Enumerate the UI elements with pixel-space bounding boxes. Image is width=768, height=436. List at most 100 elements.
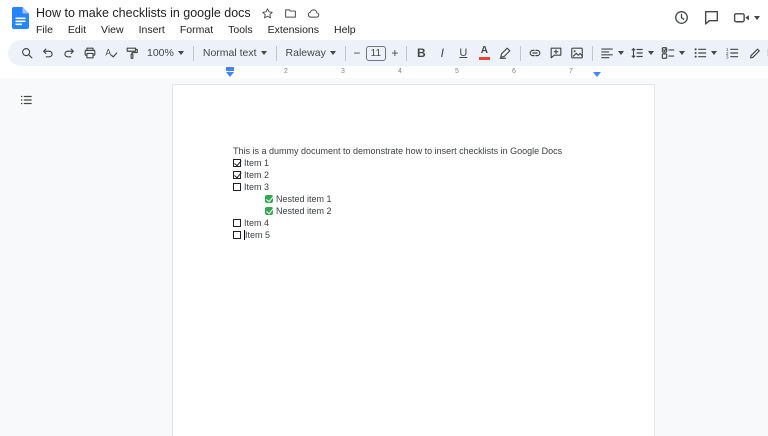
chevron-down-icon xyxy=(711,51,717,55)
menu-file[interactable]: File xyxy=(33,23,56,37)
checkbox-unchecked-icon[interactable] xyxy=(233,231,241,239)
checkbox-checked-green-icon[interactable] xyxy=(265,207,273,215)
star-icon[interactable] xyxy=(261,7,274,20)
comments-icon[interactable] xyxy=(703,9,720,26)
checklist-item-label[interactable]: Item 5 xyxy=(245,229,270,241)
redo-button[interactable] xyxy=(58,42,79,64)
checklist-item-nested[interactable]: Nested item 2 xyxy=(265,205,594,217)
checklist-item-nested[interactable]: Nested item 1 xyxy=(265,193,594,205)
svg-text:3: 3 xyxy=(726,54,729,60)
document-outline-icon xyxy=(19,93,33,107)
zoom-value: 100% xyxy=(147,47,174,59)
ruler-number: 5 xyxy=(455,68,459,75)
chevron-down-icon xyxy=(648,51,654,55)
title-row: How to make checklists in google docs xyxy=(36,6,320,20)
font-dropdown[interactable]: Raleway xyxy=(281,42,341,64)
checkbox-checked-green-icon[interactable] xyxy=(265,195,273,203)
insert-image-button[interactable] xyxy=(567,42,588,64)
menu-format[interactable]: Format xyxy=(177,23,216,37)
decrease-font-size-button[interactable]: − xyxy=(350,42,364,64)
search-button[interactable] xyxy=(16,42,37,64)
menu-extensions[interactable]: Extensions xyxy=(265,23,322,37)
checklist-dropdown[interactable] xyxy=(657,42,689,64)
left-indent-marker[interactable] xyxy=(226,72,234,77)
checklist-item-label[interactable]: Item 4 xyxy=(244,217,269,229)
font-value: Raleway xyxy=(286,47,326,59)
checklist-item-label[interactable]: Item 2 xyxy=(244,169,269,181)
checkbox-checked-icon[interactable] xyxy=(233,159,241,167)
checklist-item-label[interactable]: Nested item 1 xyxy=(276,193,332,205)
chevron-down-icon xyxy=(679,51,685,55)
checklist-item-label[interactable]: Item 3 xyxy=(244,181,269,193)
menu-view[interactable]: View xyxy=(98,23,127,37)
first-line-indent-marker[interactable] xyxy=(226,67,234,71)
meet-button[interactable] xyxy=(733,9,760,26)
chevron-down-icon xyxy=(178,51,184,55)
highlight-color-button[interactable] xyxy=(495,42,516,64)
checklist-item-label[interactable]: Nested item 2 xyxy=(276,205,332,217)
menu-tools[interactable]: Tools xyxy=(225,23,256,37)
editing-mode-button[interactable]: Editing xyxy=(742,42,768,64)
svg-text:A: A xyxy=(105,48,111,58)
toolbar-separator xyxy=(345,46,346,61)
underline-button[interactable]: U xyxy=(453,42,474,64)
menu-edit[interactable]: Edit xyxy=(65,23,89,37)
cloud-status-icon[interactable] xyxy=(307,7,320,20)
checkbox-unchecked-icon[interactable] xyxy=(233,219,241,227)
ruler-number: 7 xyxy=(569,68,573,75)
show-outline-button[interactable] xyxy=(14,88,38,112)
intro-paragraph[interactable]: This is a dummy document to demonstrate … xyxy=(233,145,594,157)
google-docs-window: How to make checklists in google docs Fi… xyxy=(0,0,768,436)
ruler: 1 2 3 4 5 6 7 xyxy=(0,66,768,78)
checklist-item[interactable]: Item 4 xyxy=(233,217,594,229)
menu-bar: File Edit View Insert Format Tools Exten… xyxy=(33,23,359,37)
ruler-number: 6 xyxy=(512,68,516,75)
right-indent-marker[interactable] xyxy=(593,72,601,77)
ruler-number: 2 xyxy=(284,68,288,75)
line-spacing-dropdown[interactable] xyxy=(627,42,657,64)
document-canvas: This is a dummy document to demonstrate … xyxy=(0,78,768,436)
undo-button[interactable] xyxy=(37,42,58,64)
toolbar-separator xyxy=(592,46,593,61)
checklist-item[interactable]: Item 1 xyxy=(233,157,594,169)
ruler-number: 3 xyxy=(341,68,345,75)
move-folder-icon[interactable] xyxy=(284,7,297,20)
top-right-actions xyxy=(673,9,760,26)
document-page[interactable]: This is a dummy document to demonstrate … xyxy=(172,84,655,436)
italic-button[interactable]: I xyxy=(432,42,453,64)
paragraph-style-value: Normal text xyxy=(203,47,257,59)
bulleted-list-dropdown[interactable] xyxy=(689,42,721,64)
checklist-item-label[interactable]: Item 1 xyxy=(244,157,269,169)
increase-font-size-button[interactable]: + xyxy=(388,42,402,64)
paint-format-button[interactable] xyxy=(121,42,142,64)
insert-link-button[interactable] xyxy=(525,42,546,64)
checkbox-checked-icon[interactable] xyxy=(233,171,241,179)
toolbar-separator xyxy=(276,46,277,61)
print-button[interactable] xyxy=(79,42,100,64)
paragraph-style-dropdown[interactable]: Normal text xyxy=(198,42,272,64)
version-history-icon[interactable] xyxy=(673,9,690,26)
document-title[interactable]: How to make checklists in google docs xyxy=(36,6,251,20)
chevron-down-icon xyxy=(261,51,267,55)
chevron-down-icon xyxy=(618,51,624,55)
text-color-button[interactable]: A xyxy=(474,42,495,64)
align-dropdown[interactable] xyxy=(597,42,627,64)
checklist-item[interactable]: Item 3 xyxy=(233,181,594,193)
ruler-scale: 1 2 3 4 5 6 7 xyxy=(172,66,655,78)
meet-camera-icon xyxy=(733,9,750,26)
menu-help[interactable]: Help xyxy=(331,23,359,37)
zoom-dropdown[interactable]: 100% xyxy=(142,42,189,64)
bold-button[interactable]: B xyxy=(411,42,432,64)
top-bar: How to make checklists in google docs Fi… xyxy=(0,0,768,40)
spell-check-button[interactable]: A xyxy=(100,42,121,64)
toolbar-separator xyxy=(520,46,521,61)
checklist-item[interactable]: Item 5 xyxy=(233,229,594,241)
checklist-item[interactable]: Item 2 xyxy=(233,169,594,181)
toolbar: A 100% Normal text Raleway − 11 + B I U … xyxy=(8,40,768,66)
chevron-down-icon xyxy=(330,51,336,55)
menu-insert[interactable]: Insert xyxy=(136,23,168,37)
google-docs-logo-icon[interactable] xyxy=(12,7,29,29)
add-comment-button[interactable] xyxy=(546,42,567,64)
checkbox-unchecked-icon[interactable] xyxy=(233,183,241,191)
font-size-input[interactable]: 11 xyxy=(366,46,386,61)
